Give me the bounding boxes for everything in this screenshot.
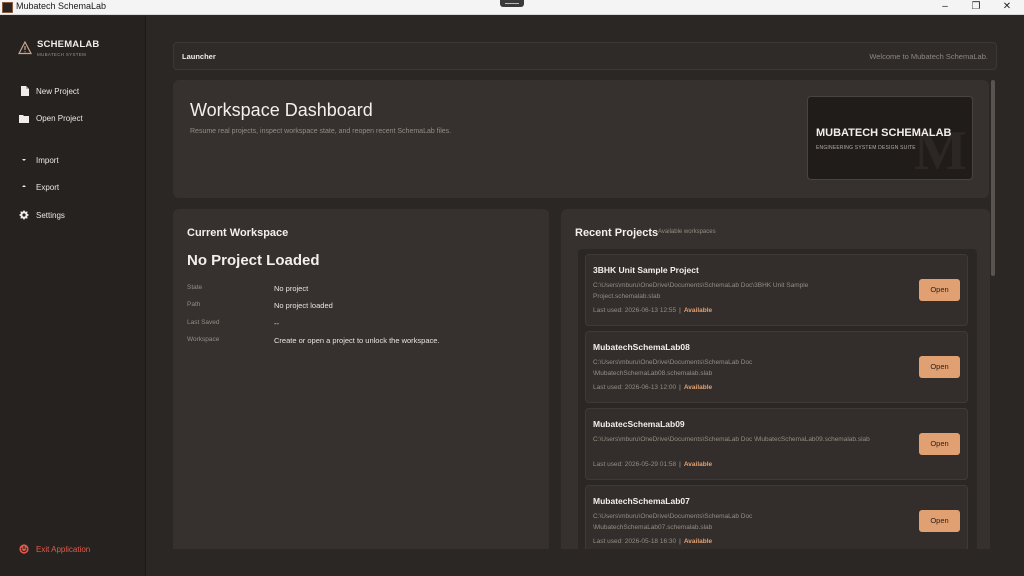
project-name: 3BHK Unit Sample Project (593, 265, 699, 275)
gear-icon (18, 209, 30, 221)
project-meta: Last used: 2026-06-13 12:55 | Available (593, 307, 712, 314)
status-badge: Available (683, 307, 713, 314)
scrollbar-thumb[interactable] (991, 80, 995, 276)
project-name: MubatecSchemaLab09 (593, 419, 685, 429)
welcome-message: Welcome to Mubatech SchemaLab. (869, 52, 988, 61)
file-icon (18, 85, 30, 97)
page-description: Resume real projects, inspect workspace … (190, 128, 452, 135)
sidebar-item-new-project[interactable]: New Project (18, 83, 138, 99)
brand-subtitle: MUBATECH SYSTEM (37, 52, 87, 57)
project-path: C:\Users\mburu\OneDrive\Documents\Schema… (593, 282, 809, 300)
launcher-label: Launcher (182, 52, 216, 61)
state-value: No project (274, 284, 309, 293)
workspace-value: Create or open a project to unlock the w… (274, 336, 440, 345)
project-path: C:\Users\mburu\OneDrive\Documents\Schema… (593, 436, 870, 443)
exit-application-button[interactable]: Exit Application (18, 541, 138, 557)
sidebar-item-settings[interactable]: Settings (18, 207, 138, 223)
sidebar-item-import[interactable]: Import (18, 152, 138, 168)
project-card[interactable]: MubatechSchemaLab08 C:\Users\mburu\OneDr… (585, 331, 968, 403)
current-workspace-panel: Current Workspace No Project Loaded Stat… (173, 209, 549, 554)
open-project-button[interactable]: Open (919, 279, 960, 301)
last-used: Last used: 2026-05-18 16:30 (593, 538, 677, 545)
last-used: Last used: 2026-06-13 12:00 (593, 384, 677, 391)
page-title: Workspace Dashboard (190, 100, 373, 120)
project-path: C:\Users\mburu\OneDrive\Documents\Schema… (593, 359, 753, 377)
dashboard-header: Workspace Dashboard Resume real projects… (173, 80, 989, 198)
banner-subtitle: ENGINEERING SYSTEM DESIGN SUITE (816, 145, 916, 151)
last-saved-label: Last Saved (187, 319, 220, 326)
path-label: Path (187, 301, 201, 308)
recent-projects-tag: Available workspaces (658, 229, 716, 235)
open-project-button[interactable]: Open (919, 356, 960, 378)
project-meta: Last used: 2026-06-13 12:00 | Available (593, 384, 712, 391)
open-project-button[interactable]: Open (919, 510, 960, 532)
meta-separator: | (679, 538, 681, 545)
export-icon (18, 181, 30, 193)
project-card[interactable]: MubatecSchemaLab09 C:\Users\mburu\OneDri… (585, 408, 968, 480)
last-saved-value: -- (274, 319, 279, 328)
drag-handle[interactable] (500, 0, 524, 7)
last-used: Last used: 2026-06-13 12:55 (593, 307, 677, 314)
sidebar-item-label: Export (36, 182, 60, 192)
warning-triangle-icon (18, 41, 32, 55)
sidebar-item-label: Open Project (36, 113, 83, 123)
meta-separator: | (679, 307, 681, 314)
path-value: No project loaded (274, 301, 333, 310)
meta-separator: | (679, 384, 681, 391)
banner-title: MUBATECH SCHEMALAB (816, 127, 952, 139)
import-icon (18, 154, 30, 166)
project-name: MubatechSchemaLab07 (593, 496, 690, 506)
status-badge: Available (683, 538, 713, 545)
open-project-button[interactable]: Open (919, 433, 960, 455)
close-button[interactable]: ✕ (992, 0, 1022, 15)
workspace-heading: Current Workspace (187, 227, 289, 239)
app-icon (2, 2, 13, 13)
project-meta: Last used: 2026-05-29 01:58 | Available (593, 461, 712, 468)
sidebar: SCHEMALAB MUBATECH SYSTEM (0, 16, 146, 576)
sidebar-item-label: New Project (36, 86, 80, 96)
exit-application-label: Exit Application (36, 544, 91, 554)
last-used: Last used: 2026-05-29 01:58 (593, 461, 677, 468)
launcher-bar: Launcher Welcome to Mubatech SchemaLab. (173, 42, 997, 70)
content-bottom-edge (147, 549, 1024, 576)
power-icon (18, 543, 30, 555)
brand-banner: M MUBATECH SCHEMALAB ENGINEERING SYSTEM … (807, 96, 973, 180)
project-card[interactable]: 3BHK Unit Sample Project C:\Users\mburu\… (585, 254, 968, 326)
sidebar-item-label: Import (36, 155, 59, 165)
project-card[interactable]: MubatechSchemaLab07 C:\Users\mburu\OneDr… (585, 485, 968, 557)
sidebar-item-label: Settings (36, 210, 65, 220)
workspace-label: Workspace (187, 336, 220, 343)
meta-separator: | (679, 461, 681, 468)
folder-icon (18, 112, 30, 124)
sidebar-item-open-project[interactable]: Open Project (18, 110, 138, 126)
recent-projects-heading: Recent Projects (575, 227, 659, 239)
state-label: State (187, 284, 203, 291)
window-title: Mubatech SchemaLab (16, 1, 107, 11)
status-badge: Available (683, 384, 713, 391)
brand-name: SCHEMALAB (37, 39, 100, 50)
project-name: MubatechSchemaLab08 (593, 342, 690, 352)
sidebar-item-export[interactable]: Export (18, 179, 138, 195)
project-meta: Last used: 2026-05-18 16:30 | Available (593, 538, 712, 545)
restore-button[interactable]: ❐ (961, 0, 991, 15)
window-titlebar: Mubatech SchemaLab – ❐ ✕ (0, 0, 1024, 15)
status-badge: Available (683, 461, 713, 468)
workspace-status: No Project Loaded (187, 252, 320, 269)
project-path: C:\Users\mburu\OneDrive\Documents\Schema… (593, 513, 753, 531)
minimize-button[interactable]: – (930, 0, 960, 15)
